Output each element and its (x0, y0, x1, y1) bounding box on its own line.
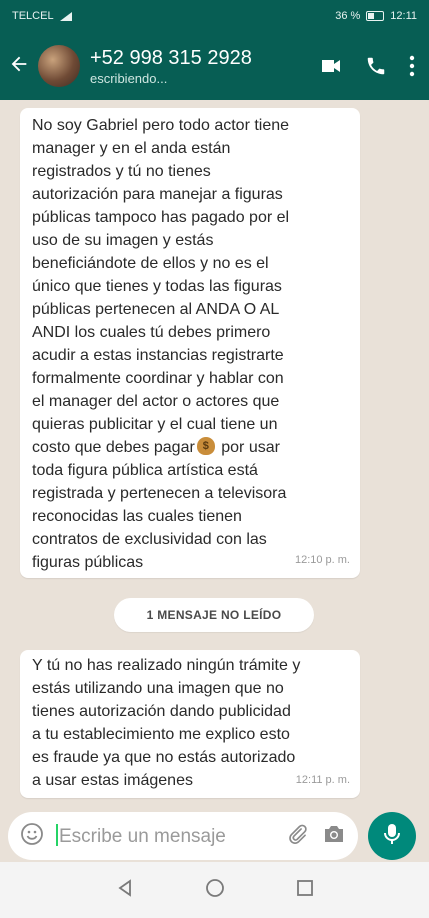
video-call-icon[interactable] (319, 54, 343, 78)
emoji-icon[interactable] (20, 822, 44, 851)
typing-status: escribiendo... (90, 70, 168, 86)
message-input[interactable]: Escribe un mensaje (8, 812, 358, 860)
compose-bar: Escribe un mensaje (0, 810, 429, 862)
battery-percent: 36 % (335, 10, 361, 22)
chat-area[interactable]: No soy Gabriel pero todo actor tiene man… (0, 100, 429, 810)
money-bag-icon (196, 437, 215, 455)
message-time: 12:10 p. m. (294, 554, 350, 566)
message-time: 12:11 p. m. (295, 774, 350, 786)
message-placeholder: Escribe un mensaje (56, 824, 272, 848)
nav-home-icon[interactable] (204, 877, 226, 904)
system-nav-bar (0, 862, 429, 918)
avatar[interactable] (38, 45, 80, 87)
back-arrow-icon[interactable] (8, 53, 34, 79)
chat-header: +52 998 315 2928 escribiendo... (0, 32, 429, 100)
attach-icon[interactable] (286, 823, 308, 850)
message-bubble[interactable]: No soy Gabriel pero todo actor tiene man… (20, 108, 360, 578)
carrier-label: TELCEL (12, 10, 54, 22)
nav-recents-icon[interactable] (295, 878, 315, 903)
message-text: No soy Gabriel pero todo actor tiene man… (32, 114, 348, 574)
battery-icon (366, 11, 385, 21)
nav-back-icon[interactable] (115, 878, 135, 903)
phone-call-icon[interactable] (365, 55, 387, 77)
more-options-icon[interactable] (409, 55, 415, 77)
contact-info[interactable]: +52 998 315 2928 escribiendo... (90, 47, 319, 86)
status-bar: TELCEL 36 % 12:11 (0, 0, 429, 32)
contact-name: +52 998 315 2928 (90, 46, 252, 69)
camera-icon[interactable] (322, 823, 346, 850)
signal-icon (59, 11, 72, 21)
clock: 12:11 (390, 10, 417, 22)
message-bubble[interactable]: Y tú no has realizado ningún trámite y e… (20, 650, 360, 798)
unread-banner: 1 MENSAJE NO LEÍDO (114, 598, 314, 632)
microphone-icon (382, 822, 402, 851)
mic-button[interactable] (368, 812, 416, 860)
